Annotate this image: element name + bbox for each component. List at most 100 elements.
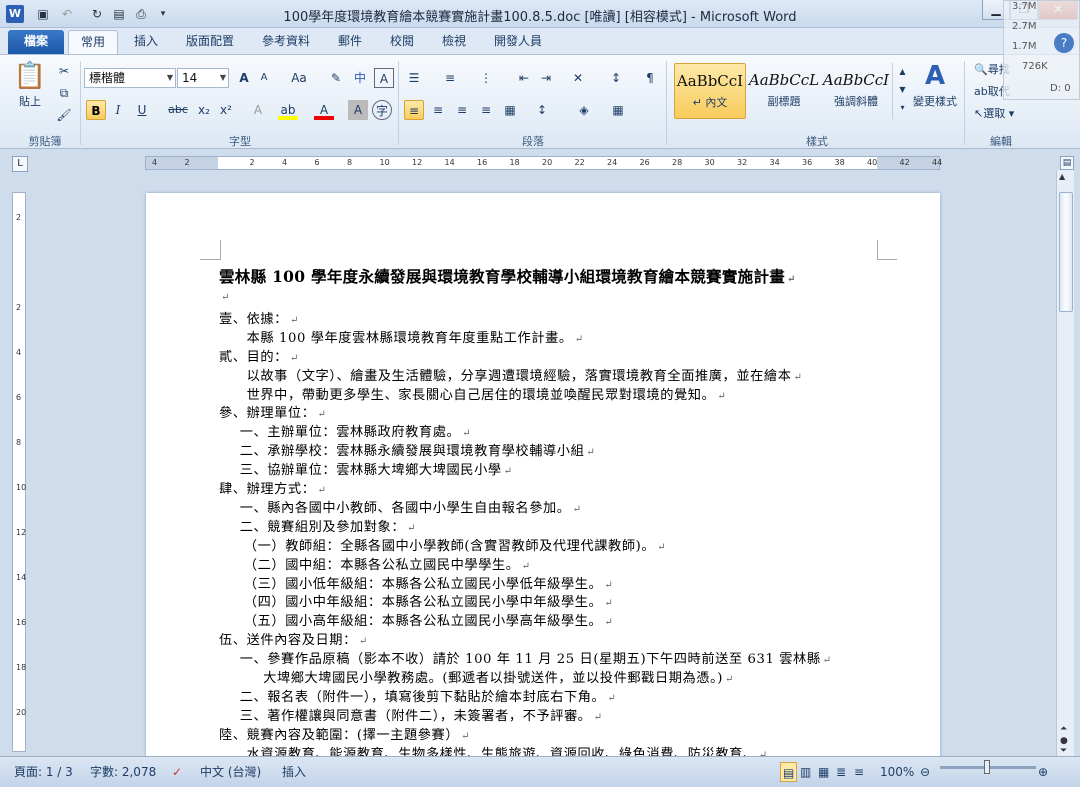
word-app-icon[interactable]: W: [6, 5, 24, 23]
borders-icon[interactable]: ▦: [608, 100, 628, 120]
tab-view[interactable]: 檢視: [432, 30, 476, 54]
document-line-text: （一）教師組：全縣各國中小學教師(含實習教師及代理代課教師)。: [243, 538, 656, 554]
document-line-text: （五）國小高年級組：本縣各公私立國民小學高年級學生。: [243, 614, 603, 630]
ruler-tick-label: 10: [379, 158, 390, 167]
align-left-button[interactable]: ≡: [404, 100, 424, 120]
prev-page-icon[interactable]: ⏶: [1060, 724, 1067, 734]
scroll-up-icon[interactable]: ▲: [1059, 172, 1065, 181]
tab-mailings[interactable]: 郵件: [328, 30, 372, 54]
asian-layout-icon[interactable]: ✕: [568, 68, 588, 88]
tab-insert[interactable]: 插入: [124, 30, 168, 54]
document-line: 三、協辦單位：雲林縣大埤鄉大埤國民小學 ↵: [239, 463, 513, 479]
zoom-out-icon[interactable]: ⊖: [920, 762, 930, 782]
quick-print-icon[interactable]: ⎙: [132, 5, 150, 23]
subscript-button[interactable]: x₂: [194, 100, 214, 120]
ruler-tick-label: 38: [834, 158, 845, 167]
page-indicator[interactable]: 頁面: 1 / 3: [14, 762, 73, 782]
change-case-button[interactable]: Aa: [286, 68, 312, 88]
tab-references[interactable]: 參考資料: [252, 30, 320, 54]
shrink-font-button[interactable]: A: [254, 68, 274, 88]
strikethrough-button[interactable]: abc: [166, 100, 190, 120]
ruler-tick-label: 44: [932, 158, 943, 167]
zoom-slider[interactable]: [940, 760, 1036, 774]
tab-developer[interactable]: 開發人員: [484, 30, 552, 54]
tab-page-layout[interactable]: 版面配置: [176, 30, 244, 54]
web-layout-icon[interactable]: ▦: [818, 762, 829, 782]
phonetic-guide-icon[interactable]: 中: [350, 68, 370, 88]
align-right-icon[interactable]: ≡: [452, 100, 472, 120]
style-normal[interactable]: AaBbCcI ↵ 內文: [674, 63, 746, 119]
clear-format-icon[interactable]: ✎: [326, 68, 346, 88]
outline-icon[interactable]: ≣: [836, 762, 846, 782]
tab-home[interactable]: 常用: [68, 30, 118, 54]
underline-button[interactable]: U: [132, 100, 152, 120]
document-line-text: 壹、依據：: [219, 311, 288, 327]
save-icon[interactable]: ▣: [34, 5, 52, 23]
document-line: （一）教師組：全縣各國中小學教師(含實習教師及代理代課教師)。 ↵: [243, 538, 667, 554]
justify-icon[interactable]: ≡: [476, 100, 496, 120]
tab-review[interactable]: 校閱: [380, 30, 424, 54]
document-line: （三）國小低年級組：本縣各公私立國民小學低年級學生。 ↵: [243, 576, 614, 592]
show-marks-icon[interactable]: ¶: [640, 68, 660, 88]
font-name-combo[interactable]: 標楷體 ▼: [84, 68, 176, 88]
font-color-icon[interactable]: A: [314, 100, 334, 120]
shading-icon[interactable]: ◈: [574, 100, 594, 120]
enclose-characters-icon[interactable]: 字: [372, 100, 392, 120]
document-page[interactable]: 雲林縣 100 學年度永續發展與環境教育學校輔導小組環境教育繪本競賽實施計畫 ↵ …: [146, 193, 940, 763]
line-spacing-icon[interactable]: ↕: [532, 100, 552, 120]
change-styles-button[interactable]: A 變更樣式: [910, 59, 960, 119]
full-screen-reading-icon[interactable]: ▥: [800, 762, 811, 782]
style-subtitle[interactable]: AaBbCcL 副標題: [748, 63, 820, 119]
language-indicator[interactable]: 中文 (台灣): [200, 762, 261, 782]
vertical-scrollbar[interactable]: ▲ ⏶ ● ⏷: [1056, 170, 1074, 756]
bold-button[interactable]: B: [86, 100, 106, 120]
zoom-in-icon[interactable]: ⊕: [1038, 762, 1048, 782]
undo-icon[interactable]: ↶: [58, 5, 76, 23]
print-layout-icon[interactable]: ▤: [780, 762, 798, 782]
bullets-icon[interactable]: ☰: [404, 68, 424, 88]
help-icon[interactable]: ?: [1054, 33, 1074, 53]
zoom-level[interactable]: 100%: [880, 762, 914, 782]
print-preview-icon[interactable]: ▤: [110, 5, 128, 23]
copy-icon[interactable]: ⧉: [54, 83, 74, 103]
insert-mode[interactable]: 插入: [282, 762, 306, 782]
draft-icon[interactable]: ≡: [854, 762, 864, 782]
distributed-icon[interactable]: ▦: [500, 100, 520, 120]
multilevel-list-icon[interactable]: ⋮: [476, 68, 496, 88]
numbering-icon[interactable]: ≡: [440, 68, 460, 88]
increase-indent-icon[interactable]: ⇥: [536, 68, 556, 88]
tab-file[interactable]: 檔案: [8, 30, 64, 54]
zoom-slider-thumb[interactable]: [984, 760, 990, 774]
browse-object-icon[interactable]: ●: [1060, 736, 1068, 746]
format-painter-icon[interactable]: 🖌: [54, 105, 74, 125]
horizontal-ruler[interactable]: 4 2 2 4 6 8 10 12 14 16 18 20 22 24 26 28 30 32 34 36 38 40 42…: [145, 156, 943, 170]
font-size-combo[interactable]: 14 ▼: [177, 68, 229, 88]
superscript-button[interactable]: x²: [216, 100, 236, 120]
highlight-icon[interactable]: ab: [278, 100, 298, 120]
document-line-text: 二、報名表（附件一），填寫後剪下黏貼於繪本封底右下角。: [239, 689, 606, 705]
italic-button[interactable]: I: [108, 100, 128, 120]
redo-icon[interactable]: ↻: [88, 5, 106, 23]
view-ruler-icon[interactable]: ▤: [1060, 156, 1074, 170]
select-button[interactable]: ↖選取 ▾: [974, 105, 1030, 123]
styles-scroll-icon[interactable]: ▲ ▼ ▾: [892, 63, 912, 119]
sort-icon[interactable]: ↕: [606, 68, 626, 88]
document-line-text: 本縣 100 學年度雲林縣環境教育年度重點工作計畫。: [246, 330, 573, 346]
word-count[interactable]: 字數: 2,078: [90, 762, 156, 782]
align-center-icon[interactable]: ≡: [428, 100, 448, 120]
proofing-icon[interactable]: ✓: [172, 762, 182, 782]
grow-font-button[interactable]: A: [234, 68, 254, 88]
style-subtle-emphasis[interactable]: AaBbCcI 強調斜體: [820, 63, 892, 119]
ruler-tick-label: 2: [16, 213, 22, 222]
text-effects-icon[interactable]: A: [248, 100, 268, 120]
character-border-icon[interactable]: A: [374, 68, 394, 88]
scrollbar-thumb[interactable]: [1059, 192, 1073, 312]
character-shading-icon[interactable]: A: [348, 100, 368, 120]
tab-selector-icon[interactable]: L: [12, 156, 28, 172]
decrease-indent-icon[interactable]: ⇤: [514, 68, 534, 88]
next-page-icon[interactable]: ⏷: [1060, 746, 1067, 756]
paste-button[interactable]: 📋 貼上: [10, 59, 50, 119]
customize-qat-icon[interactable]: ▾: [154, 5, 172, 23]
vertical-ruler[interactable]: 2 2 4 6 8 10 12 14 16 18 20: [12, 192, 26, 752]
cut-icon[interactable]: ✂: [54, 61, 74, 81]
